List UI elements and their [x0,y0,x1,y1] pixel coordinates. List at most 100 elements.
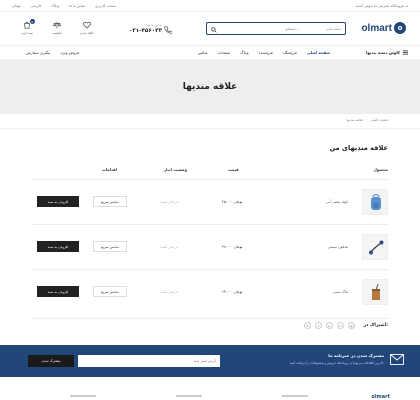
search-icon [210,26,217,33]
column-price: قیمت [228,167,239,172]
subscribe-button[interactable]: مشترک شدن [28,355,74,367]
compare-label: مقایسه [52,31,62,35]
language-link[interactable]: فارسی [31,4,42,8]
pinterest-icon[interactable]: p [326,322,333,329]
product-name[interactable]: کوله پشتی آبی [326,200,348,204]
newsletter-title: مشترک شدن در خبرنامه ما [328,353,384,358]
footer-column-heading [176,395,202,397]
search-input[interactable] [239,26,299,31]
welcome-notice: به فروشگاه اینترنتی ما خوش آمدید [355,4,408,8]
product-price: ۴۵,۰۰۰ تومان [222,200,243,204]
envelope-icon [390,354,404,366]
stock-status: در انبار است [160,200,178,204]
phone-number[interactable]: ۰۲۱-۴۵۶۰۳۳ [118,28,162,34]
share-label: اشتراک در: [363,323,388,328]
twitter-icon[interactable]: t [315,322,322,329]
wishlist-table-header: محصول قیمت وضعیت انبار اقدامات [32,167,388,175]
special-sale-link[interactable]: فروش ویژه [60,50,79,55]
banner-title: علاقه مندیها [182,82,238,92]
nav-item-home[interactable]: صفحه اصلی [307,50,330,55]
blog-link[interactable]: وبلاگ [51,4,59,8]
contact-link[interactable]: تماس با ما [69,4,85,8]
section-divider [0,128,420,129]
nav-extras: پیگیری سفارش فروش ویژه [26,50,79,55]
breadcrumb-separator: ‹ [366,118,368,122]
table-row: کوله پشتی آبی ۴۵,۰۰۰ تومان در انبار است … [32,179,388,223]
nav-item-pages[interactable]: صفحات [218,50,230,55]
footer-columns [70,395,308,397]
nav-item-vendor[interactable]: فروشنده [259,50,273,55]
newsletter-email-input[interactable] [78,355,220,367]
compare-button[interactable]: مقایسه [48,21,66,35]
add-to-cart-button[interactable]: افزودن به سبد [37,286,79,297]
footer: olmart [0,377,420,400]
column-actions: اقدامات [102,167,117,172]
product-price: ۳۷,۰۰۰ تومان [222,245,243,249]
mug-image [372,283,380,300]
newsletter-section: مشترک شدن در خبرنامه ما آخرین اطلاعات مر… [0,345,420,377]
search-bar: دسته بندی [206,22,346,35]
top-bar: به فروشگاه اینترنتی ما خوش آمدید تومان ف… [0,0,420,12]
share-bar: اشتراک در: f t p in @ [32,318,388,332]
table-row: ماگ مسی ۶۳,۰۰۰ تومان در انبار است نمایش … [32,269,388,313]
search-category-select[interactable]: دسته بندی [326,27,341,31]
add-to-cart-button[interactable]: افزودن به سبد [37,196,79,207]
backpack-image [371,194,381,210]
stock-status: در انبار است [160,290,178,294]
nav-item-elements[interactable]: عناصر [198,50,208,55]
column-product: محصول [373,167,388,172]
column-stock: وضعیت انبار [164,167,187,172]
nav-item-shop[interactable]: فروشگاه [283,50,297,55]
header: olmart o دسته بندی تماس با ما ۰۲۱-۴۵۶۰۳۳… [0,12,420,46]
product-name[interactable]: هدفون سیمی [328,245,348,249]
compare-icon [53,21,61,29]
account-link[interactable]: حساب کاربری [95,4,116,8]
menu-icon [403,50,408,55]
nav-menu: صفحه اصلی فروشگاه فروشنده وبلاگ صفحات عن… [198,50,330,55]
cart-count-badge: 0 [30,19,35,24]
cart-button[interactable]: 0 سبد خرید [18,19,36,35]
header-actions: 0 سبد خرید مقایسه علاقه مندی [18,19,96,35]
phone-label: تماس با ما [147,23,162,27]
email-icon[interactable]: @ [348,322,355,329]
footer-logo[interactable]: olmart [371,394,390,400]
phone-icon [164,26,173,35]
nav-item-blog[interactable]: وبلاگ [240,50,249,55]
add-to-cart-button[interactable]: افزودن به سبد [37,241,79,252]
search-button[interactable] [209,25,218,34]
product-name[interactable]: ماگ مسی [332,290,348,294]
cart-label: سبد خرید [21,31,33,35]
breadcrumb: علاقه مندیها ‹ صفحه اصلی [346,118,388,122]
table-row: هدفون سیمی ۳۷,۰۰۰ تومان در انبار است نما… [32,224,388,268]
currency-link[interactable]: تومان [12,4,21,8]
logo-mark: o [394,22,406,34]
page-title: علاقه مندیهای من [329,144,388,152]
logo[interactable]: olmart o [361,22,406,34]
footer-column-heading [282,395,308,397]
product-thumbnail[interactable] [362,279,388,305]
product-price: ۶۳,۰۰۰ تومان [222,290,243,294]
quick-view-button[interactable]: نمایش سریع [93,286,127,297]
breadcrumb-current: علاقه مندیها [346,118,364,122]
quick-view-button[interactable]: نمایش سریع [93,241,127,252]
product-thumbnail[interactable] [362,189,388,215]
newsletter-subtitle: آخرین اطلاعات مربوط به رویدادها، فروش و … [289,361,384,365]
main-nav: کاوش دسته بندیها صفحه اصلی فروشگاه فروشن… [0,46,420,60]
product-thumbnail[interactable] [362,234,388,260]
linkedin-icon[interactable]: in [337,322,344,329]
wishlist-label: علاقه مندی [79,31,94,35]
phone-info: تماس با ما ۰۲۱-۴۵۶۰۳۳ [118,23,162,34]
stock-status: در انبار است [160,245,178,249]
breadcrumb-home[interactable]: صفحه اصلی [371,118,388,122]
top-links: تومان فارسی وبلاگ تماس با ما حساب کاربری [12,4,117,8]
headphones-image [369,240,384,255]
logo-text: olmart [361,22,392,34]
categories-label: کاوش دسته بندیها [366,50,400,55]
facebook-icon[interactable]: f [304,322,311,329]
footer-column-heading [70,395,96,397]
social-links: f t p in @ [304,322,355,329]
quick-view-button[interactable]: نمایش سریع [93,196,127,207]
categories-toggle[interactable]: کاوش دسته بندیها [366,50,408,55]
track-order-link[interactable]: پیگیری سفارش [26,50,50,55]
wishlist-button[interactable]: علاقه مندی [78,21,96,35]
